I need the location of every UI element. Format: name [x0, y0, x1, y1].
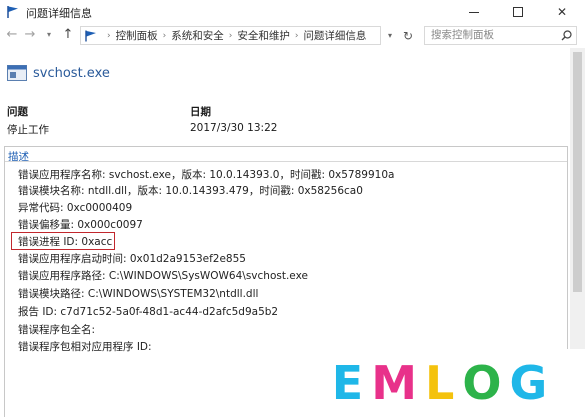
detail-row: 错误应用程序名称: svchost.exe，版本: 10.0.14393.0，时… [18, 169, 395, 181]
address-dropdown-button[interactable]: ▾ [383, 26, 397, 45]
search-input[interactable]: 搜索控制面板 [424, 26, 577, 45]
application-name: svchost.exe [33, 66, 110, 81]
highlight-box [11, 232, 115, 250]
up-button[interactable]: ↑ [60, 27, 76, 43]
minimize-icon [469, 11, 479, 13]
breadcrumb-problem-details[interactable]: 问题详细信息 [303, 28, 366, 43]
detail-row: 异常代码: 0xc0000409 [18, 202, 133, 214]
application-icon [7, 65, 27, 81]
detail-row: 错误模块名称: ntdll.dll，版本: 10.0.14393.479，时间戳… [18, 185, 363, 197]
navigation-bar: ← → ▾ ↑ › 控制面板 › 系统和安全 › 安全和维护 › 问题详细信息 … [0, 24, 585, 48]
detail-row: 错误应用程序启动时间: 0x01d2a9153ef2e855 [18, 253, 246, 265]
watermark-letter: G [509, 356, 548, 410]
search-placeholder: 搜索控制面板 [431, 29, 494, 41]
close-button[interactable]: ✕ [540, 0, 584, 24]
refresh-button[interactable]: ↻ [398, 26, 418, 45]
maximize-button[interactable] [496, 0, 540, 24]
watermark: E M L O G [294, 349, 585, 417]
detail-row: 错误程序包相对应用程序 ID: [18, 341, 152, 353]
flag-icon [7, 6, 18, 18]
minimize-button[interactable] [452, 0, 496, 24]
detail-row: 错误应用程序路径: C:\WINDOWS\SysWOW64\svchost.ex… [18, 270, 308, 282]
scrollbar-thumb[interactable] [573, 52, 582, 292]
watermark-letter: O [462, 356, 502, 410]
breadcrumb-security-maintenance[interactable]: 安全和维护 [237, 28, 290, 43]
detail-row: 错误程序包全名: [18, 324, 96, 336]
problem-value: 停止工作 [7, 124, 49, 136]
detail-row: 错误模块路径: C:\WINDOWS\SYSTEM32\ntdll.dll [18, 288, 259, 300]
date-value: 2017/3/30 13:22 [190, 122, 278, 134]
breadcrumb-control-panel[interactable]: 控制面板 [116, 28, 158, 43]
recent-locations-button[interactable]: ▾ [41, 27, 57, 43]
breadcrumb-system-security[interactable]: 系统和安全 [171, 28, 224, 43]
close-icon: ✕ [556, 5, 568, 19]
title-bar: 问题详细信息 ✕ [0, 0, 585, 24]
detail-row: 报告 ID: c7d71c52-5a0f-48d1-ac44-d2afc5d9a… [18, 306, 279, 318]
breadcrumb-separator: › [294, 30, 299, 41]
breadcrumb-separator: › [228, 30, 233, 41]
breadcrumb-separator: › [162, 30, 167, 41]
search-icon [561, 30, 572, 41]
back-button[interactable]: ← [4, 27, 20, 43]
watermark-letter: L [425, 356, 455, 410]
problem-column-header: 问题 [7, 106, 28, 118]
control-panel-icon [85, 30, 96, 41]
date-column-header: 日期 [190, 106, 211, 118]
window-title: 问题详细信息 [26, 7, 92, 20]
watermark-letter: E [331, 356, 364, 410]
detail-row: 错误偏移量: 0x000c0097 [18, 219, 143, 231]
maximize-icon [513, 7, 523, 17]
forward-button[interactable]: → [22, 27, 38, 43]
breadcrumb-separator: › [107, 30, 111, 41]
watermark-letter: M [371, 356, 418, 410]
divider [5, 161, 567, 162]
address-bar[interactable]: › 控制面板 › 系统和安全 › 安全和维护 › 问题详细信息 [80, 26, 381, 45]
